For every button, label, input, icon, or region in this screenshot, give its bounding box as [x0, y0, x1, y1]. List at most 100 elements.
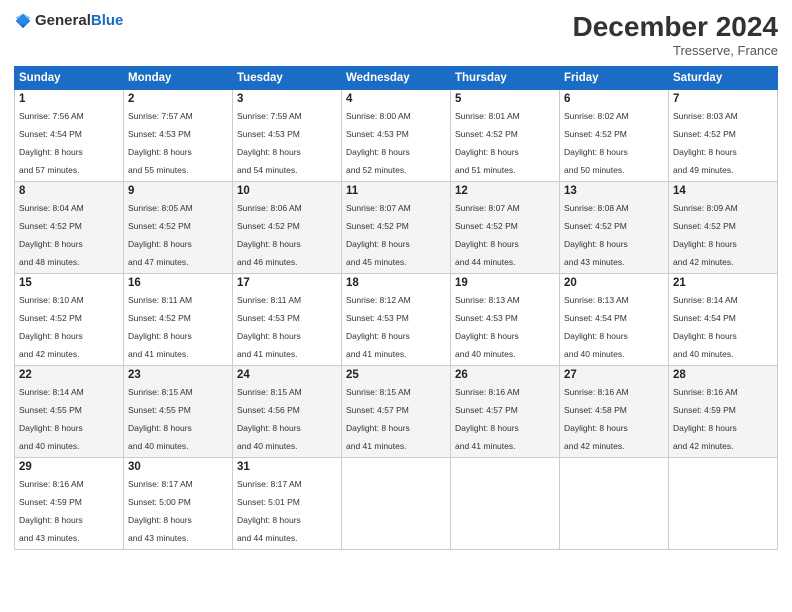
day-number: 6	[564, 93, 664, 105]
day-number: 18	[346, 277, 446, 289]
day-number: 24	[237, 369, 337, 381]
calendar-cell: 18 Sunrise: 8:12 AMSunset: 4:53 PMDaylig…	[342, 273, 451, 365]
day-info: Sunrise: 8:16 AMSunset: 4:59 PMDaylight:…	[19, 479, 84, 543]
day-number: 8	[19, 185, 119, 197]
day-number: 4	[346, 93, 446, 105]
calendar-cell: 7 Sunrise: 8:03 AMSunset: 4:52 PMDayligh…	[669, 89, 778, 181]
day-number: 12	[455, 185, 555, 197]
calendar-cell: 3 Sunrise: 7:59 AMSunset: 4:53 PMDayligh…	[233, 89, 342, 181]
col-friday: Friday	[560, 66, 669, 89]
day-info: Sunrise: 8:07 AMSunset: 4:52 PMDaylight:…	[346, 203, 411, 267]
day-info: Sunrise: 8:01 AMSunset: 4:52 PMDaylight:…	[455, 111, 520, 175]
calendar-cell: 4 Sunrise: 8:00 AMSunset: 4:53 PMDayligh…	[342, 89, 451, 181]
day-number: 2	[128, 93, 228, 105]
calendar-cell: 22 Sunrise: 8:14 AMSunset: 4:55 PMDaylig…	[15, 365, 124, 457]
day-number: 20	[564, 277, 664, 289]
day-number: 25	[346, 369, 446, 381]
day-info: Sunrise: 8:08 AMSunset: 4:52 PMDaylight:…	[564, 203, 629, 267]
day-info: Sunrise: 8:09 AMSunset: 4:52 PMDaylight:…	[673, 203, 738, 267]
header: GeneralBlue December 2024 Tresserve, Fra…	[14, 12, 778, 58]
day-info: Sunrise: 8:17 AMSunset: 5:00 PMDaylight:…	[128, 479, 193, 543]
calendar-cell: 5 Sunrise: 8:01 AMSunset: 4:52 PMDayligh…	[451, 89, 560, 181]
day-number: 21	[673, 277, 773, 289]
day-number: 14	[673, 185, 773, 197]
day-info: Sunrise: 8:17 AMSunset: 5:01 PMDaylight:…	[237, 479, 302, 543]
calendar-cell: 21 Sunrise: 8:14 AMSunset: 4:54 PMDaylig…	[669, 273, 778, 365]
calendar-cell: 11 Sunrise: 8:07 AMSunset: 4:52 PMDaylig…	[342, 181, 451, 273]
day-info: Sunrise: 8:15 AMSunset: 4:56 PMDaylight:…	[237, 387, 302, 451]
calendar-cell: 29 Sunrise: 8:16 AMSunset: 4:59 PMDaylig…	[15, 457, 124, 549]
col-saturday: Saturday	[669, 66, 778, 89]
calendar-cell: 17 Sunrise: 8:11 AMSunset: 4:53 PMDaylig…	[233, 273, 342, 365]
month-title: December 2024	[573, 12, 778, 43]
day-number: 17	[237, 277, 337, 289]
day-info: Sunrise: 8:02 AMSunset: 4:52 PMDaylight:…	[564, 111, 629, 175]
day-info: Sunrise: 8:16 AMSunset: 4:59 PMDaylight:…	[673, 387, 738, 451]
day-info: Sunrise: 8:07 AMSunset: 4:52 PMDaylight:…	[455, 203, 520, 267]
calendar-table: Sunday Monday Tuesday Wednesday Thursday…	[14, 66, 778, 550]
calendar-cell: 16 Sunrise: 8:11 AMSunset: 4:52 PMDaylig…	[124, 273, 233, 365]
day-info: Sunrise: 8:11 AMSunset: 4:52 PMDaylight:…	[128, 295, 192, 359]
logo-icon	[14, 12, 32, 30]
calendar-cell: 9 Sunrise: 8:05 AMSunset: 4:52 PMDayligh…	[124, 181, 233, 273]
calendar-cell: 26 Sunrise: 8:16 AMSunset: 4:57 PMDaylig…	[451, 365, 560, 457]
day-info: Sunrise: 8:03 AMSunset: 4:52 PMDaylight:…	[673, 111, 738, 175]
calendar-cell: 14 Sunrise: 8:09 AMSunset: 4:52 PMDaylig…	[669, 181, 778, 273]
calendar-cell: 2 Sunrise: 7:57 AMSunset: 4:53 PMDayligh…	[124, 89, 233, 181]
calendar-cell: 19 Sunrise: 8:13 AMSunset: 4:53 PMDaylig…	[451, 273, 560, 365]
day-number: 31	[237, 461, 337, 473]
calendar-cell: 8 Sunrise: 8:04 AMSunset: 4:52 PMDayligh…	[15, 181, 124, 273]
day-number: 5	[455, 93, 555, 105]
calendar-cell: 24 Sunrise: 8:15 AMSunset: 4:56 PMDaylig…	[233, 365, 342, 457]
calendar-header-row: Sunday Monday Tuesday Wednesday Thursday…	[15, 66, 778, 89]
day-info: Sunrise: 8:14 AMSunset: 4:55 PMDaylight:…	[19, 387, 84, 451]
col-wednesday: Wednesday	[342, 66, 451, 89]
calendar-cell	[560, 457, 669, 549]
day-number: 13	[564, 185, 664, 197]
calendar-row: 1 Sunrise: 7:56 AMSunset: 4:54 PMDayligh…	[15, 89, 778, 181]
logo-general: General	[35, 12, 91, 29]
logo-blue: Blue	[91, 12, 124, 29]
day-number: 7	[673, 93, 773, 105]
day-number: 15	[19, 277, 119, 289]
day-info: Sunrise: 7:59 AMSunset: 4:53 PMDaylight:…	[237, 111, 302, 175]
day-info: Sunrise: 8:15 AMSunset: 4:55 PMDaylight:…	[128, 387, 193, 451]
calendar-cell: 1 Sunrise: 7:56 AMSunset: 4:54 PMDayligh…	[15, 89, 124, 181]
calendar-cell	[669, 457, 778, 549]
day-info: Sunrise: 7:57 AMSunset: 4:53 PMDaylight:…	[128, 111, 193, 175]
day-number: 23	[128, 369, 228, 381]
day-info: Sunrise: 8:05 AMSunset: 4:52 PMDaylight:…	[128, 203, 193, 267]
calendar-cell: 31 Sunrise: 8:17 AMSunset: 5:01 PMDaylig…	[233, 457, 342, 549]
day-number: 1	[19, 93, 119, 105]
day-info: Sunrise: 8:00 AMSunset: 4:53 PMDaylight:…	[346, 111, 411, 175]
calendar-cell	[342, 457, 451, 549]
day-number: 28	[673, 369, 773, 381]
day-info: Sunrise: 8:06 AMSunset: 4:52 PMDaylight:…	[237, 203, 302, 267]
day-info: Sunrise: 8:16 AMSunset: 4:58 PMDaylight:…	[564, 387, 629, 451]
col-thursday: Thursday	[451, 66, 560, 89]
day-info: Sunrise: 8:16 AMSunset: 4:57 PMDaylight:…	[455, 387, 520, 451]
calendar-cell: 13 Sunrise: 8:08 AMSunset: 4:52 PMDaylig…	[560, 181, 669, 273]
day-number: 27	[564, 369, 664, 381]
calendar-cell: 23 Sunrise: 8:15 AMSunset: 4:55 PMDaylig…	[124, 365, 233, 457]
calendar-cell: 20 Sunrise: 8:13 AMSunset: 4:54 PMDaylig…	[560, 273, 669, 365]
day-info: Sunrise: 8:12 AMSunset: 4:53 PMDaylight:…	[346, 295, 411, 359]
day-number: 22	[19, 369, 119, 381]
logo: GeneralBlue	[14, 12, 123, 30]
calendar-row: 15 Sunrise: 8:10 AMSunset: 4:52 PMDaylig…	[15, 273, 778, 365]
calendar-cell	[451, 457, 560, 549]
calendar-cell: 15 Sunrise: 8:10 AMSunset: 4:52 PMDaylig…	[15, 273, 124, 365]
col-monday: Monday	[124, 66, 233, 89]
calendar-cell: 28 Sunrise: 8:16 AMSunset: 4:59 PMDaylig…	[669, 365, 778, 457]
day-number: 16	[128, 277, 228, 289]
day-info: Sunrise: 8:15 AMSunset: 4:57 PMDaylight:…	[346, 387, 411, 451]
page: GeneralBlue December 2024 Tresserve, Fra…	[0, 0, 792, 612]
title-block: December 2024 Tresserve, France	[573, 12, 778, 58]
day-number: 19	[455, 277, 555, 289]
day-info: Sunrise: 8:13 AMSunset: 4:53 PMDaylight:…	[455, 295, 520, 359]
col-sunday: Sunday	[15, 66, 124, 89]
day-info: Sunrise: 8:14 AMSunset: 4:54 PMDaylight:…	[673, 295, 738, 359]
day-info: Sunrise: 8:11 AMSunset: 4:53 PMDaylight:…	[237, 295, 301, 359]
day-number: 29	[19, 461, 119, 473]
calendar-cell: 25 Sunrise: 8:15 AMSunset: 4:57 PMDaylig…	[342, 365, 451, 457]
